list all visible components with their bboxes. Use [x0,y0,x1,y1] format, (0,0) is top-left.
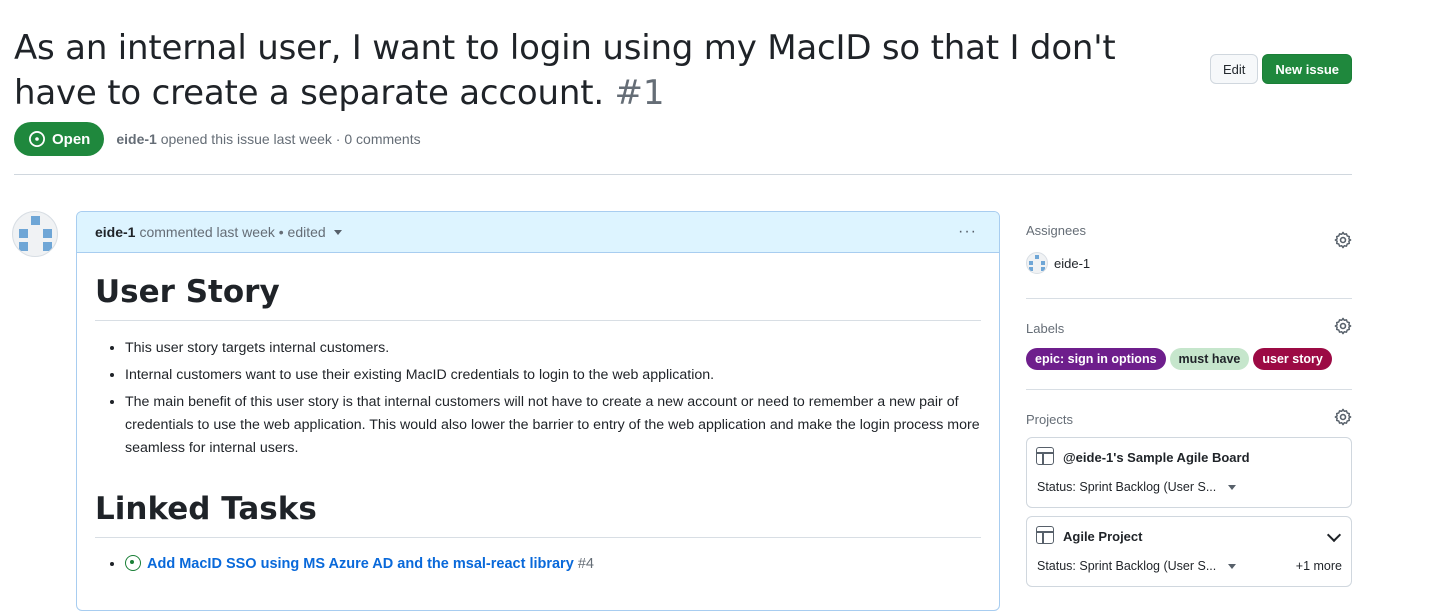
issue-opened-icon [29,131,45,147]
list-item: The main benefit of this user story is t… [125,391,981,460]
user-story-list: This user story targets internal custome… [95,337,981,460]
comment-box: eide-1 commented last week • edited ··· … [76,211,1000,611]
avatar [1026,252,1048,274]
gear-icon[interactable] [1334,408,1352,426]
gear-icon[interactable] [1334,317,1352,335]
project-name-link[interactable]: @eide-1's Sample Agile Board [1063,450,1250,465]
heading-linked-tasks: Linked Tasks [95,490,981,538]
project-name-link[interactable]: Agile Project [1063,529,1142,544]
project-more-link[interactable]: +1 more [1296,559,1342,573]
avatar-pixel [19,242,28,251]
header-divider [14,174,1352,175]
label-must-have[interactable]: must have [1169,348,1250,370]
linked-task-link[interactable]: Add MacID SSO using MS Azure AD and the … [147,556,574,572]
comment-header: eide-1 commented last week • edited ··· [77,212,999,253]
label-user-story[interactable]: user story [1253,348,1332,370]
issue-author-link[interactable]: eide-1 [116,131,156,147]
comment-options-button[interactable]: ··· [958,223,977,241]
projects-title: Projects [1026,412,1073,427]
assignee-name: eide-1 [1054,255,1091,271]
avatar-pixel [43,242,52,251]
new-issue-button[interactable]: New issue [1262,54,1352,84]
linked-tasks-list: Add MacID SSO using MS Azure AD and the … [95,552,981,576]
chevron-down-icon [1228,563,1237,569]
comment-author-link[interactable]: eide-1 [95,224,135,240]
header-actions: Edit New issue [1210,54,1352,84]
avatar-pixel [19,229,28,238]
list-item: This user story targets internal custome… [125,337,981,360]
issue-state-badge: Open [14,122,105,156]
avatar-pixel [1035,255,1039,259]
assignees-section: Assignees eide-1 [1026,222,1352,299]
comment-body: User Story This user story targets inter… [77,273,999,576]
linked-task-number: #4 [577,556,594,572]
table-icon [1036,447,1054,465]
edit-button[interactable]: Edit [1210,54,1259,84]
edited-dropdown-icon[interactable] [333,229,342,235]
avatar-pixel [31,216,40,225]
chevron-down-icon [1228,484,1237,490]
labels-section: Labels epic: sign in options must have u… [1026,299,1352,390]
avatar-pixel [1041,261,1045,265]
issue-header: As an internal user, I want to login usi… [14,26,1352,116]
avatar-pixel [1029,267,1033,271]
issue-sidebar: Assignees eide-1 Labels epic: sign in op… [1026,222,1352,587]
avatar[interactable] [12,211,58,257]
gear-icon[interactable] [1334,231,1352,249]
project-card: Agile Project Status: Sprint Backlog (Us… [1026,516,1352,587]
project-status-dropdown[interactable]: Status: Sprint Backlog (User S... [1037,559,1237,573]
projects-section: Projects @eide-1's Sample Agile Board St… [1026,390,1352,587]
avatar-pixel [1041,267,1045,271]
project-card: @eide-1's Sample Agile Board Status: Spr… [1026,437,1352,508]
chevron-down-icon[interactable] [1326,527,1342,543]
project-status-dropdown[interactable]: Status: Sprint Backlog (User S... [1037,480,1237,494]
issue-title-text: As an internal user, I want to login usi… [14,28,1116,113]
labels-list: epic: sign in options must have user sto… [1026,348,1352,370]
label-epic-sign-in-options[interactable]: epic: sign in options [1026,348,1166,370]
project-status-text: Status: Sprint Backlog (User S... [1037,559,1217,573]
issue-meta-suffix: opened this issue last week · 0 comments [156,131,421,147]
table-icon [1036,526,1054,544]
issue-number: #1 [614,73,665,113]
labels-title: Labels [1026,321,1065,336]
assignee-item[interactable]: eide-1 [1026,252,1352,274]
avatar-pixel [43,229,52,238]
issue-opened-icon [125,555,141,571]
comment-meta: commented last week • edited [139,224,326,240]
assignees-title: Assignees [1026,223,1086,238]
list-item: Internal customers want to use their exi… [125,364,981,387]
issue-state-label: Open [52,130,91,148]
issue-meta-text: eide-1 opened this issue last week · 0 c… [116,131,420,147]
avatar-pixel [1029,261,1033,265]
project-status-text: Status: Sprint Backlog (User S... [1037,480,1217,494]
issue-meta: Open eide-1 opened this issue last week … [14,122,421,156]
issue-title: As an internal user, I want to login usi… [14,26,1194,116]
list-item: Add MacID SSO using MS Azure AD and the … [125,552,981,576]
heading-user-story: User Story [95,273,981,321]
